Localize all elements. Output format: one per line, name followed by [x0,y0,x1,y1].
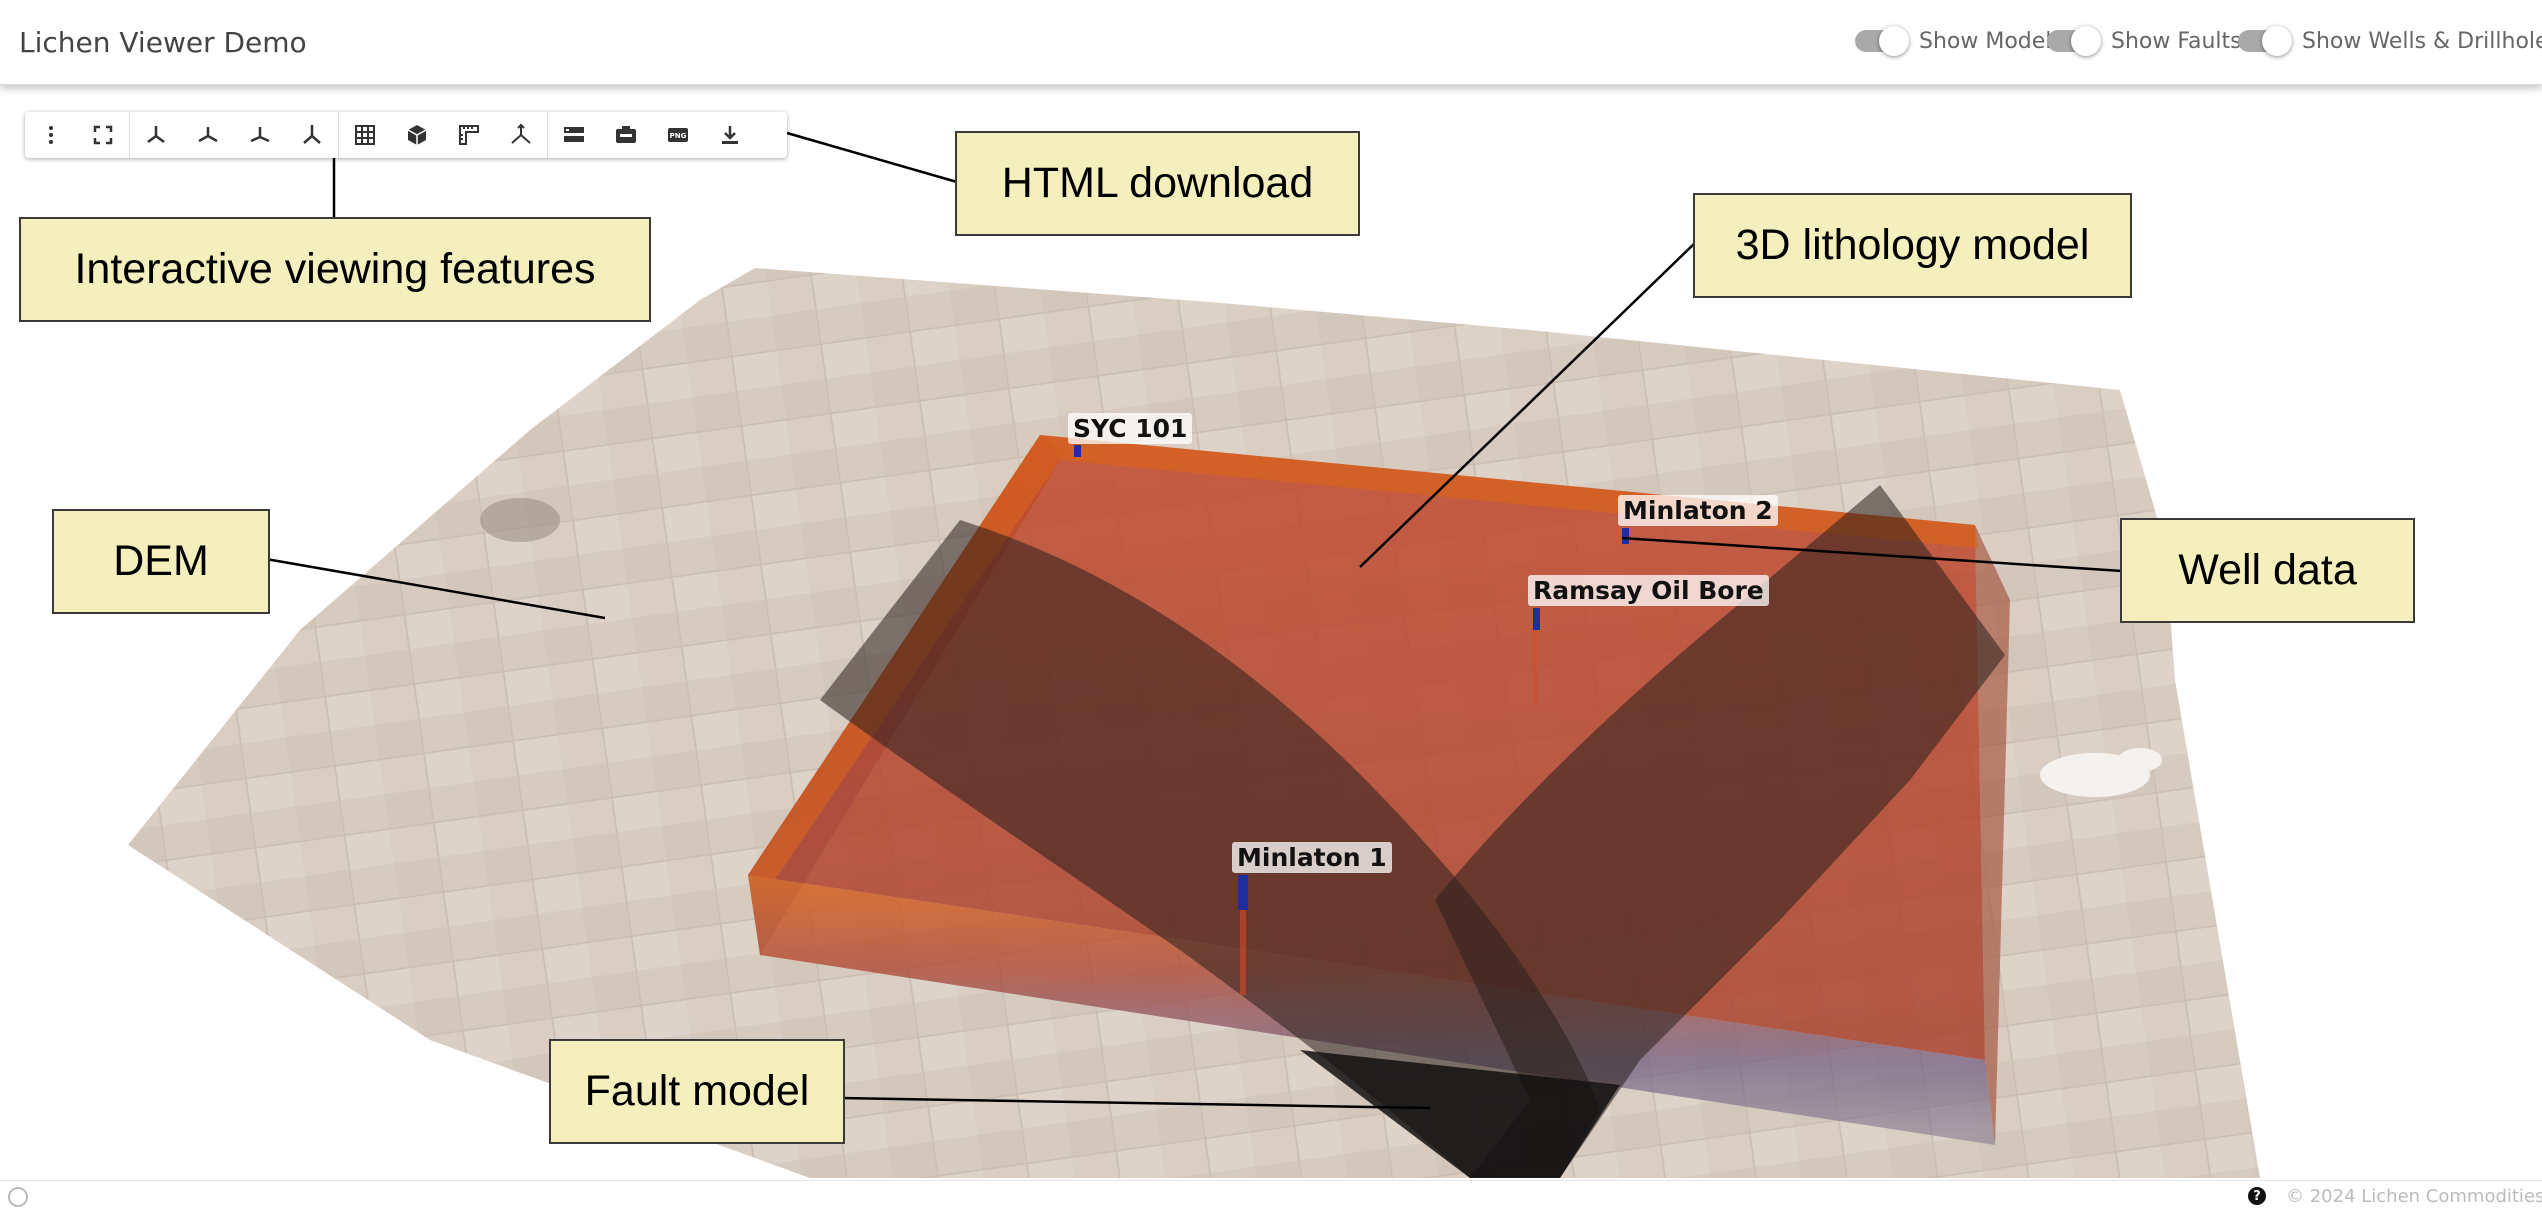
axis-view-2-icon[interactable] [182,112,234,158]
toggle-label: Show Wells & Drillholes [2302,28,2542,54]
toggle-switch[interactable] [1855,26,1909,56]
screenshot-icon[interactable] [600,112,652,158]
help-icon[interactable]: ? [2248,1187,2266,1205]
cube-icon[interactable] [391,112,443,158]
axis-view-4-icon[interactable] [286,112,338,158]
callout-html-download: HTML download [955,131,1360,236]
more-vertical-icon[interactable] [25,112,77,158]
callout-fault-model: Fault model [549,1039,845,1144]
fullscreen-icon[interactable] [77,112,129,158]
ruler-icon[interactable] [443,112,495,158]
toggle-show-model[interactable]: Show Model [1855,26,2051,56]
callout-3d-lithology-model: 3D lithology model [1693,193,2132,298]
grid-icon[interactable] [339,112,391,158]
app-title: Lichen Viewer Demo [19,26,307,59]
viewer-toolbar: PNG [25,112,787,158]
layers-icon[interactable] [548,112,600,158]
toggle-switch[interactable] [2238,26,2292,56]
well-ramsay-oil-bore[interactable] [1533,608,1540,630]
app-header: Lichen Viewer Demo Show Model Show Fault… [0,0,2542,85]
toggle-label: Show Faults [2111,28,2242,54]
well-syc101[interactable] [1074,445,1081,457]
download-icon[interactable] [704,112,756,158]
loading-spinner-icon [8,1187,28,1207]
axis-view-3-icon[interactable] [234,112,286,158]
well-label-syc101: SYC 101 [1068,413,1193,444]
toggle-label: Show Model [1919,28,2052,54]
copyright-text: © 2024 Lichen Commodities. [2286,1186,2542,1207]
well-label-minlaton2: Minlaton 2 [1618,495,1778,526]
well-label-ramsay-oil-bore: Ramsay Oil Bore [1528,575,1769,606]
well-minlaton1[interactable] [1238,875,1248,910]
toggle-switch[interactable] [2047,26,2101,56]
callout-dem: DEM [52,509,270,614]
png-icon[interactable]: PNG [652,112,704,158]
png-icon-text: PNG [670,132,687,140]
well-label-minlaton1: Minlaton 1 [1232,842,1392,873]
toggle-show-wells[interactable]: Show Wells & Drillholes [2238,26,2542,56]
footer: ? © 2024 Lichen Commodities. [0,1180,2542,1211]
toggle-show-faults[interactable]: Show Faults [2047,26,2242,56]
axes-icon[interactable] [495,112,547,158]
callout-well-data: Well data [2120,518,2415,623]
axis-view-1-icon[interactable] [130,112,182,158]
well-minlaton2[interactable] [1622,528,1629,544]
callout-interactive-viewing-features: Interactive viewing features [19,217,651,322]
